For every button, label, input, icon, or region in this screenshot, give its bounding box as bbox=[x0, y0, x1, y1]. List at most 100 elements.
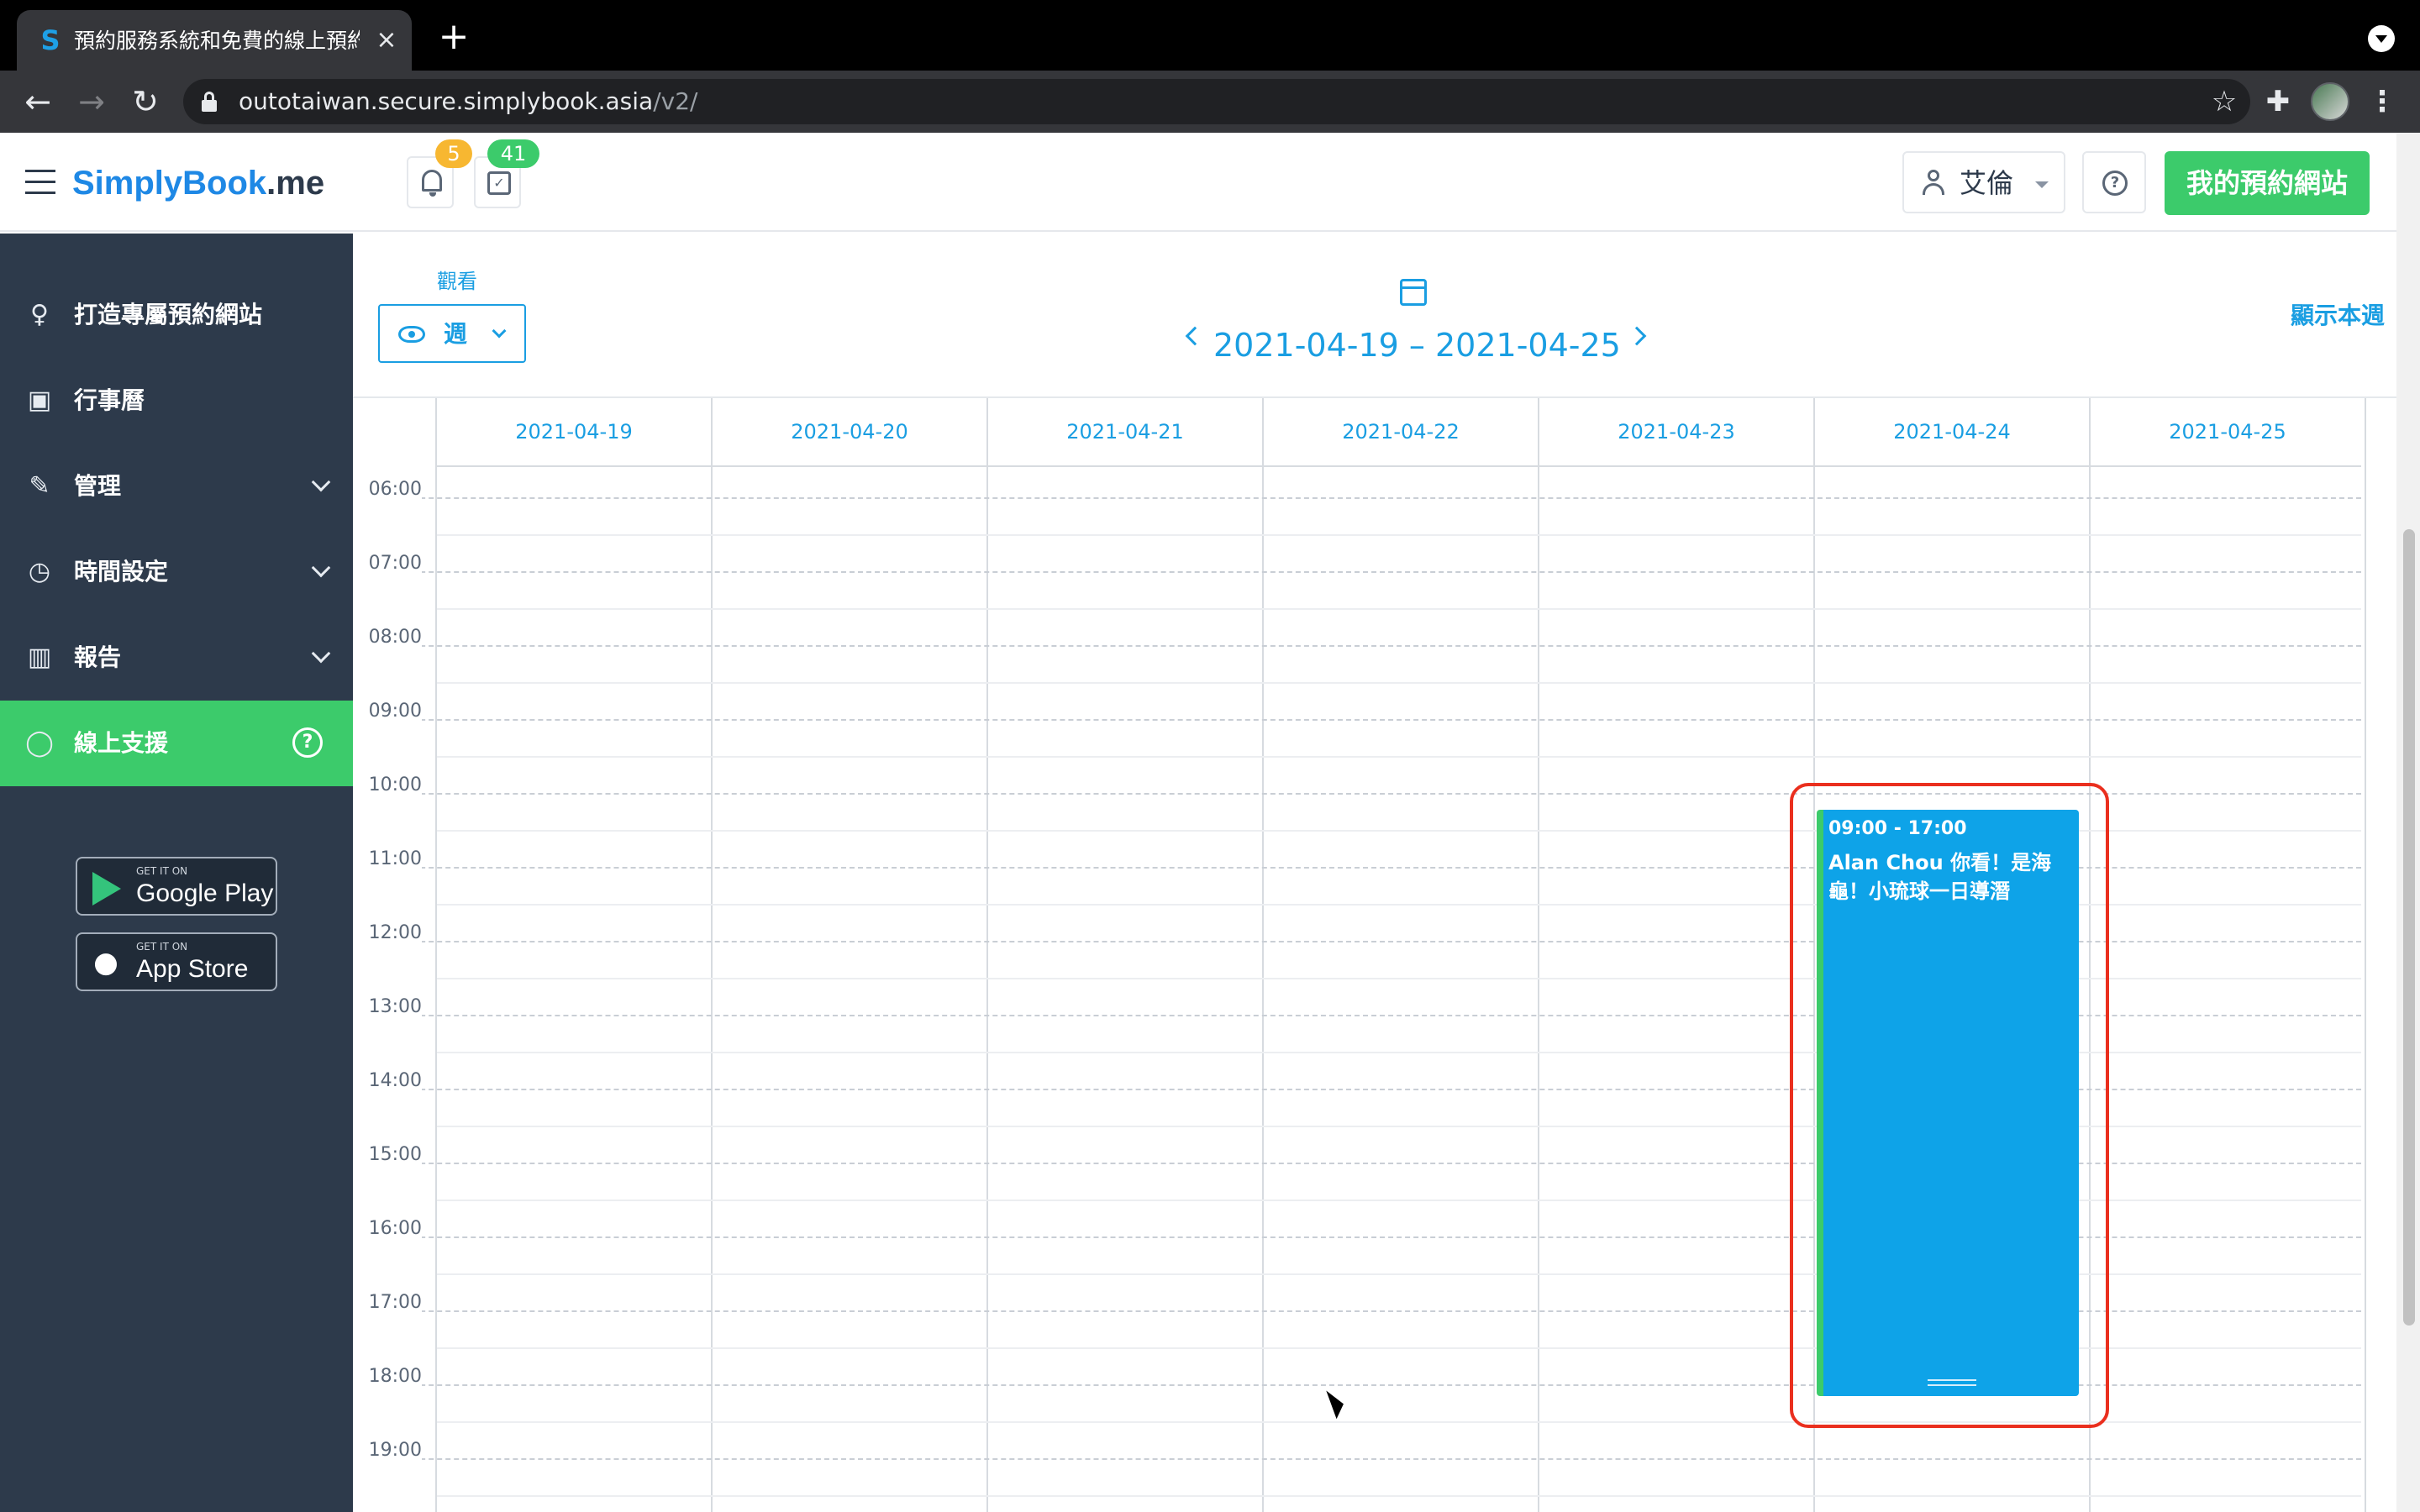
half-hour-gridline bbox=[437, 756, 2361, 758]
new-tab-icon[interactable]: + bbox=[437, 18, 471, 55]
hour-gridline bbox=[353, 1458, 2361, 1460]
day-column-divider bbox=[1262, 398, 1264, 1512]
tab-title: 預約服務系統和免費的線上預約軟體 bbox=[74, 29, 360, 53]
day-header[interactable]: 2021-04-23 bbox=[1539, 398, 1815, 465]
back-arrow-icon[interactable]: ← bbox=[18, 82, 57, 121]
hour-gridline bbox=[353, 719, 2361, 721]
resize-handle[interactable] bbox=[1928, 1379, 1976, 1386]
address-bar[interactable]: outotaiwan.secure.simplybook.asia/v2/ ☆ bbox=[183, 79, 2250, 124]
extensions-puzzle-icon[interactable]: ✚ bbox=[2259, 82, 2297, 121]
day-header[interactable]: 2021-04-20 bbox=[713, 398, 988, 465]
sidebar-item-calendar[interactable]: ▣ 行事曆 bbox=[0, 358, 353, 444]
tab-search-icon[interactable] bbox=[2368, 25, 2395, 52]
hour-gridline bbox=[353, 571, 2361, 573]
day-header[interactable]: 2021-04-25 bbox=[2091, 398, 2366, 465]
reload-icon[interactable]: ↻ bbox=[126, 82, 165, 121]
forward-arrow-icon[interactable]: → bbox=[72, 82, 111, 121]
time-label: 13:00 bbox=[353, 995, 422, 1020]
google-play-badge[interactable]: GET IT ON Google Play bbox=[76, 857, 277, 916]
app-header: SimplyBook.me 5 ✓ 41 艾倫 ? 我的預約網站 bbox=[0, 133, 2396, 232]
simplybook-logo[interactable]: SimplyBook.me bbox=[72, 161, 324, 205]
booking-event[interactable]: 09:00 - 17:00 Alan Chou 你看！是海龜！小琉球一日導潛 bbox=[1817, 810, 2079, 1396]
day-header[interactable]: 2021-04-19 bbox=[437, 398, 713, 465]
store-name: Google Play bbox=[136, 879, 274, 907]
bar-chart-icon: ▥ bbox=[27, 643, 52, 672]
calendar-icon[interactable] bbox=[1400, 279, 1427, 306]
date-range-title[interactable]: 2021-04-19 – 2021-04-25 bbox=[1213, 324, 1621, 366]
store-small-label: GET IT ON bbox=[136, 865, 188, 877]
time-label: 19:00 bbox=[353, 1438, 422, 1463]
sidebar-item-build-site[interactable]: ♀ 打造專屬預約網站 bbox=[0, 272, 353, 358]
half-hour-gridline bbox=[437, 608, 2361, 610]
half-hour-gridline bbox=[437, 534, 2361, 536]
sidebar-item-label: 打造專屬預約網站 bbox=[74, 301, 263, 328]
lightbulb-icon: ♀ bbox=[30, 300, 49, 329]
user-menu-button[interactable]: 艾倫 bbox=[1902, 151, 2065, 213]
help-button[interactable]: ? bbox=[2082, 151, 2146, 213]
app-store-badge[interactable]: ● GET IT ON App Store bbox=[76, 932, 277, 991]
week-grid: 09:00 - 17:00 Alan Chou 你看！是海龜！小琉球一日導潛 2… bbox=[353, 396, 2396, 1512]
lock-icon[interactable] bbox=[202, 92, 217, 112]
bookmark-star-icon[interactable]: ☆ bbox=[2207, 84, 2242, 119]
chat-icon: ◯ bbox=[25, 728, 54, 758]
simplybook-favicon-icon: S bbox=[40, 24, 60, 56]
notification-count-badge: 5 bbox=[435, 139, 472, 168]
show-this-week-link[interactable]: 顯示本週 bbox=[2242, 299, 2385, 333]
time-label: 10:00 bbox=[353, 773, 422, 798]
half-hour-gridline bbox=[437, 1421, 2361, 1423]
sidebar-item-time-settings[interactable]: ◷ 時間設定 bbox=[0, 529, 353, 615]
day-header[interactable]: 2021-04-21 bbox=[988, 398, 1264, 465]
time-label: 18:00 bbox=[353, 1364, 422, 1389]
chevron-down-icon bbox=[492, 323, 507, 339]
page-scrollbar[interactable] bbox=[2396, 133, 2420, 1512]
close-tab-icon[interactable]: × bbox=[370, 24, 403, 57]
sidebar: ♀ 打造專屬預約網站 ▣ 行事曆 ✎ 管理 ◷ 時間設定 ▥ 報告 ◯ 線上支援… bbox=[0, 234, 353, 1512]
caret-down-icon bbox=[2035, 181, 2049, 188]
sidebar-item-support[interactable]: ◯ 線上支援 ? bbox=[0, 701, 353, 786]
header-divider bbox=[437, 465, 2361, 467]
store-name: App Store bbox=[136, 955, 249, 983]
day-column-divider bbox=[986, 398, 988, 1512]
chevron-down-icon bbox=[311, 472, 331, 492]
prev-week-arrow-icon[interactable] bbox=[1185, 326, 1205, 346]
hamburger-menu-icon[interactable] bbox=[25, 170, 55, 195]
profile-avatar[interactable] bbox=[2311, 82, 2349, 121]
sidebar-item-label: 報告 bbox=[74, 643, 122, 671]
chevron-down-icon bbox=[311, 558, 331, 578]
day-header[interactable]: 2021-04-24 bbox=[1815, 398, 2091, 465]
bell-icon bbox=[422, 170, 442, 197]
clock-icon: ◷ bbox=[28, 557, 51, 586]
time-label: 14:00 bbox=[353, 1068, 422, 1094]
hour-gridline bbox=[353, 645, 2361, 647]
app: SimplyBook.me 5 ✓ 41 艾倫 ? 我的預約網站 ♀ 打造專屬預… bbox=[0, 133, 2420, 1512]
time-label: 16:00 bbox=[353, 1216, 422, 1242]
day-column-divider bbox=[711, 398, 713, 1512]
browser-menu-icon[interactable]: ⋮ bbox=[2368, 82, 2396, 121]
url-text: outotaiwan.secure.simplybook.asia/v2/ bbox=[239, 87, 698, 115]
store-small-label: GET IT ON bbox=[136, 941, 188, 953]
sidebar-item-reports[interactable]: ▥ 報告 bbox=[0, 615, 353, 701]
calendar-icon: ▣ bbox=[27, 386, 52, 415]
calendar-main: 觀看 週 2021-04-19 – 2021-04-25 顯示本週 09:00 … bbox=[353, 234, 2396, 1512]
user-icon bbox=[1921, 170, 1946, 197]
next-week-arrow-icon[interactable] bbox=[1627, 326, 1647, 346]
day-column-divider bbox=[1813, 398, 1815, 1512]
event-title: Alan Chou 你看！是海龜！小琉球一日導潛 bbox=[1828, 851, 2052, 903]
half-hour-gridline bbox=[437, 1495, 2361, 1497]
sidebar-item-manage[interactable]: ✎ 管理 bbox=[0, 444, 353, 529]
calendar-check-icon: ✓ bbox=[487, 171, 511, 195]
view-value: 週 bbox=[444, 320, 468, 348]
day-column-divider bbox=[2089, 398, 2091, 1512]
browser-tab[interactable]: S 預約服務系統和免費的線上預約軟體 × bbox=[17, 10, 412, 71]
day-header[interactable]: 2021-04-22 bbox=[1264, 398, 1539, 465]
pencil-icon: ✎ bbox=[29, 471, 50, 501]
sidebar-item-label: 管理 bbox=[74, 472, 122, 500]
time-label: 09:00 bbox=[353, 699, 422, 724]
scrollbar-thumb[interactable] bbox=[2403, 529, 2415, 1326]
time-label: 17:00 bbox=[353, 1290, 422, 1315]
question-circle-icon[interactable]: ? bbox=[292, 727, 323, 758]
time-label: 06:00 bbox=[353, 477, 422, 502]
my-booking-site-button[interactable]: 我的預約網站 bbox=[2165, 151, 2370, 215]
chevron-down-icon bbox=[311, 643, 331, 664]
view-select[interactable]: 週 bbox=[378, 304, 526, 363]
